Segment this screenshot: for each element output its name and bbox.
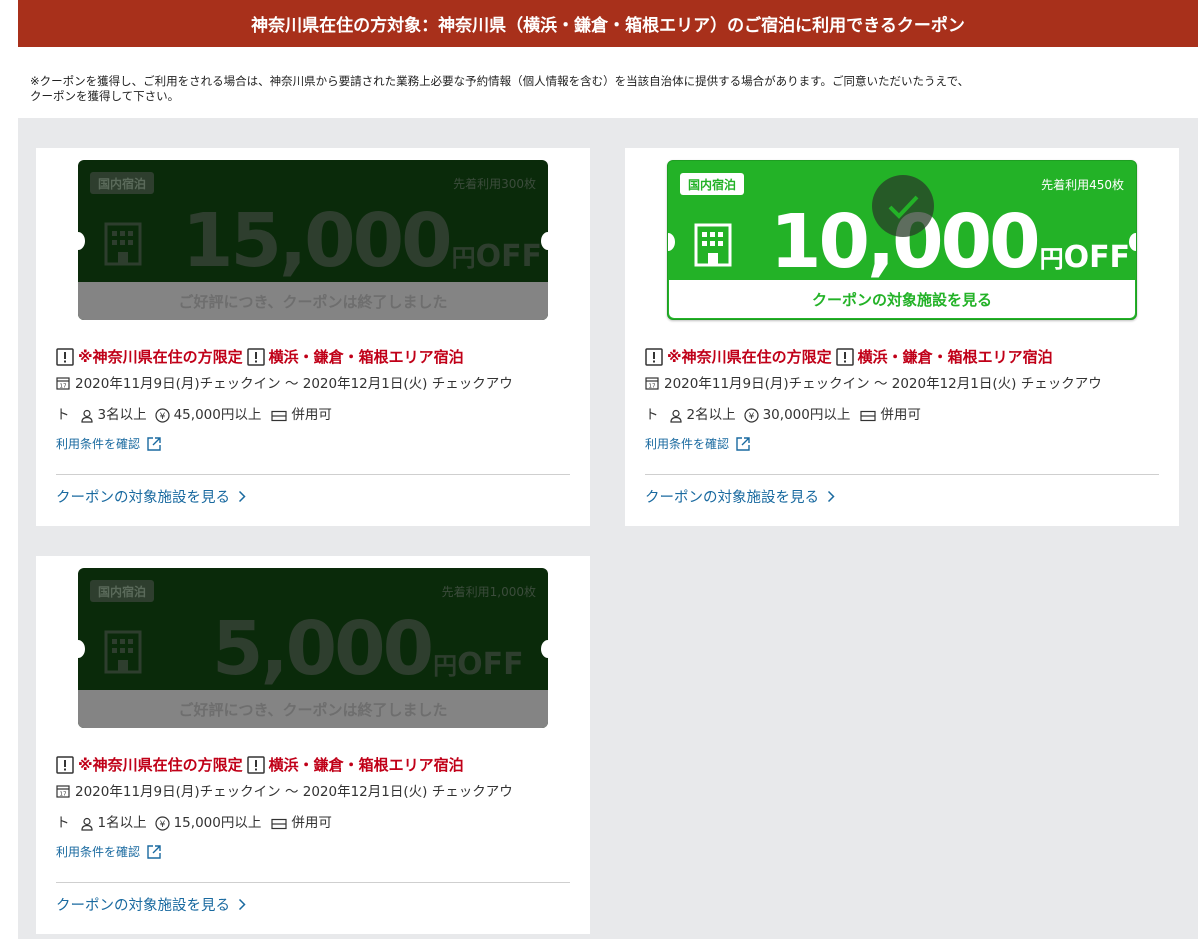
alert-icon <box>835 347 854 366</box>
svg-text:17: 17 <box>60 384 67 390</box>
page-header: 神奈川県在住の方対象：神奈川県（横浜・鎌倉・箱根エリア）のご宿泊に利用できるクー… <box>18 0 1198 47</box>
resident-limit-label: ※神奈川県在住の方限定 <box>667 348 832 366</box>
acquired-check-icon <box>872 175 934 237</box>
alert-icon <box>246 347 265 366</box>
coupon-ended-bar: ご好評につき、クーポンは終了しました <box>78 690 548 728</box>
coupon-category-tag: 国内宿泊 <box>680 173 745 195</box>
coupon-ticket[interactable]: 国内宿泊 先着利用450枚 10,000 円 OFF クーポンの対象施設を見る <box>667 160 1137 320</box>
chevron-right-icon <box>238 490 246 503</box>
svg-text:17: 17 <box>649 384 656 390</box>
coupon-card-10000: 国内宿泊 先着利用450枚 10,000 円 OFF クーポンの対象施設を見る … <box>625 148 1179 526</box>
yen-icon: ¥ <box>154 816 170 831</box>
discount-value: 15,000 <box>182 198 453 284</box>
coupon-card-5000: 国内宿泊 先着利用1,000枚 5,000 円 OFF ご好評につき、クーポンは… <box>36 556 590 934</box>
calendar-icon: 17 <box>56 785 70 798</box>
coupon-limit: 先着利用450枚 <box>1041 178 1124 192</box>
min-price: 45,000円以上 <box>173 407 262 423</box>
combine-label: 併用可 <box>291 815 332 831</box>
coupon-category-tag: 国内宿泊 <box>90 172 155 194</box>
discount-value: 5,000 <box>212 606 434 692</box>
view-facilities-link[interactable]: クーポンの対象施設を見る <box>645 486 835 507</box>
ticket-icon <box>271 818 287 829</box>
combine-label: 併用可 <box>880 407 921 423</box>
chevron-right-icon <box>827 490 835 503</box>
external-link-icon <box>147 436 161 451</box>
notice-line-2: クーポンを獲得して下さい。 <box>30 89 180 103</box>
coupon-conditions: ト 2名以上 ¥ 30,000円以上 併用可 <box>645 400 1165 431</box>
person-icon <box>80 409 93 423</box>
coupon-info: ※神奈川県在住の方限定 横浜・鎌倉・箱根エリア宿泊 17 2020年11月9日(月… <box>56 346 576 452</box>
chevron-right-icon <box>238 898 246 911</box>
person-icon <box>669 409 682 423</box>
stay-period: 17 2020年11月9日(月)チェックイン 〜 2020年12月1日(火) チェ… <box>56 777 576 808</box>
yen-icon: ¥ <box>743 408 759 423</box>
divider <box>56 474 570 475</box>
coupon-amount: 10,000 円 OFF <box>770 199 1131 285</box>
external-link-icon <box>147 844 161 859</box>
building-icon <box>104 630 142 674</box>
svg-text:¥: ¥ <box>748 412 754 422</box>
view-facilities-link[interactable]: クーポンの対象施設を見る <box>56 486 246 507</box>
area-label: 横浜・鎌倉・箱根エリア宿泊 <box>268 348 464 366</box>
consent-notice: ※クーポンを獲得し、ご利用をされる場合は、神奈川県から要請された業務上必要な予約… <box>30 74 1190 104</box>
ticket-icon <box>860 410 876 421</box>
coupon-category-tag: 国内宿泊 <box>90 580 155 602</box>
coupon-ticket: 国内宿泊 先着利用300枚 15,000 円 OFF ご好評につき、クーポンは終… <box>78 160 548 320</box>
external-link-icon <box>736 436 750 451</box>
view-facilities-link[interactable]: クーポンの対象施設を見る <box>56 894 246 915</box>
coupon-conditions: ト 3名以上 ¥ 45,000円以上 併用可 <box>56 400 576 431</box>
person-icon <box>80 817 93 831</box>
terms-link[interactable]: 利用条件を確認 <box>645 435 1165 452</box>
notice-line-1: ※クーポンを獲得し、ご利用をされる場合は、神奈川県から要請された業務上必要な予約… <box>30 74 970 88</box>
terms-link[interactable]: 利用条件を確認 <box>56 843 576 860</box>
svg-text:17: 17 <box>60 792 67 798</box>
min-people: 2名以上 <box>686 407 736 423</box>
coupon-conditions: ト 1名以上 ¥ 15,000円以上 併用可 <box>56 808 576 839</box>
alert-icon <box>246 755 265 774</box>
svg-text:¥: ¥ <box>159 412 165 422</box>
area-label: 横浜・鎌倉・箱根エリア宿泊 <box>857 348 1053 366</box>
alert-icon <box>56 347 74 366</box>
divider <box>645 474 1159 475</box>
alert-icon <box>645 347 663 366</box>
resident-limit-label: ※神奈川県在住の方限定 <box>78 756 243 774</box>
coupon-info: ※神奈川県在住の方限定 横浜・鎌倉・箱根エリア宿泊 17 2020年11月9日(月… <box>56 754 576 860</box>
coupon-card-15000: 国内宿泊 先着利用300枚 15,000 円 OFF ご好評につき、クーポンは終… <box>36 148 590 526</box>
divider <box>56 882 570 883</box>
coupon-info: ※神奈川県在住の方限定 横浜・鎌倉・箱根エリア宿泊 17 2020年11月9日(月… <box>645 346 1165 452</box>
alert-icon <box>56 755 74 774</box>
terms-link[interactable]: 利用条件を確認 <box>56 435 576 452</box>
min-people: 3名以上 <box>97 407 147 423</box>
coupon-ended-bar: ご好評につき、クーポンは終了しました <box>78 282 548 320</box>
min-price: 30,000円以上 <box>762 407 851 423</box>
yen-icon: ¥ <box>154 408 170 423</box>
coupon-amount: 5,000 円 OFF <box>212 606 524 692</box>
resident-limit-label: ※神奈川県在住の方限定 <box>78 348 243 366</box>
svg-text:¥: ¥ <box>159 820 165 830</box>
view-facilities-button[interactable]: クーポンの対象施設を見る <box>669 280 1135 318</box>
coupon-limit: 先着利用300枚 <box>453 177 536 191</box>
coupon-limit: 先着利用1,000枚 <box>441 585 536 599</box>
calendar-icon: 17 <box>56 377 70 390</box>
min-price: 15,000円以上 <box>173 815 262 831</box>
stay-period: 17 2020年11月9日(月)チェックイン 〜 2020年12月1日(火) チェ… <box>56 369 576 400</box>
coupon-ticket: 国内宿泊 先着利用1,000枚 5,000 円 OFF ご好評につき、クーポンは… <box>78 568 548 728</box>
calendar-icon: 17 <box>645 377 659 390</box>
coupon-amount: 15,000 円 OFF <box>182 198 543 284</box>
stay-period: 17 2020年11月9日(月)チェックイン 〜 2020年12月1日(火) チェ… <box>645 369 1165 400</box>
building-icon <box>694 223 732 267</box>
page-title: 神奈川県在住の方対象：神奈川県（横浜・鎌倉・箱根エリア）のご宿泊に利用できるクー… <box>251 16 965 36</box>
area-label: 横浜・鎌倉・箱根エリア宿泊 <box>268 756 464 774</box>
building-icon <box>104 222 142 266</box>
ticket-icon <box>271 410 287 421</box>
min-people: 1名以上 <box>97 815 147 831</box>
combine-label: 併用可 <box>291 407 332 423</box>
